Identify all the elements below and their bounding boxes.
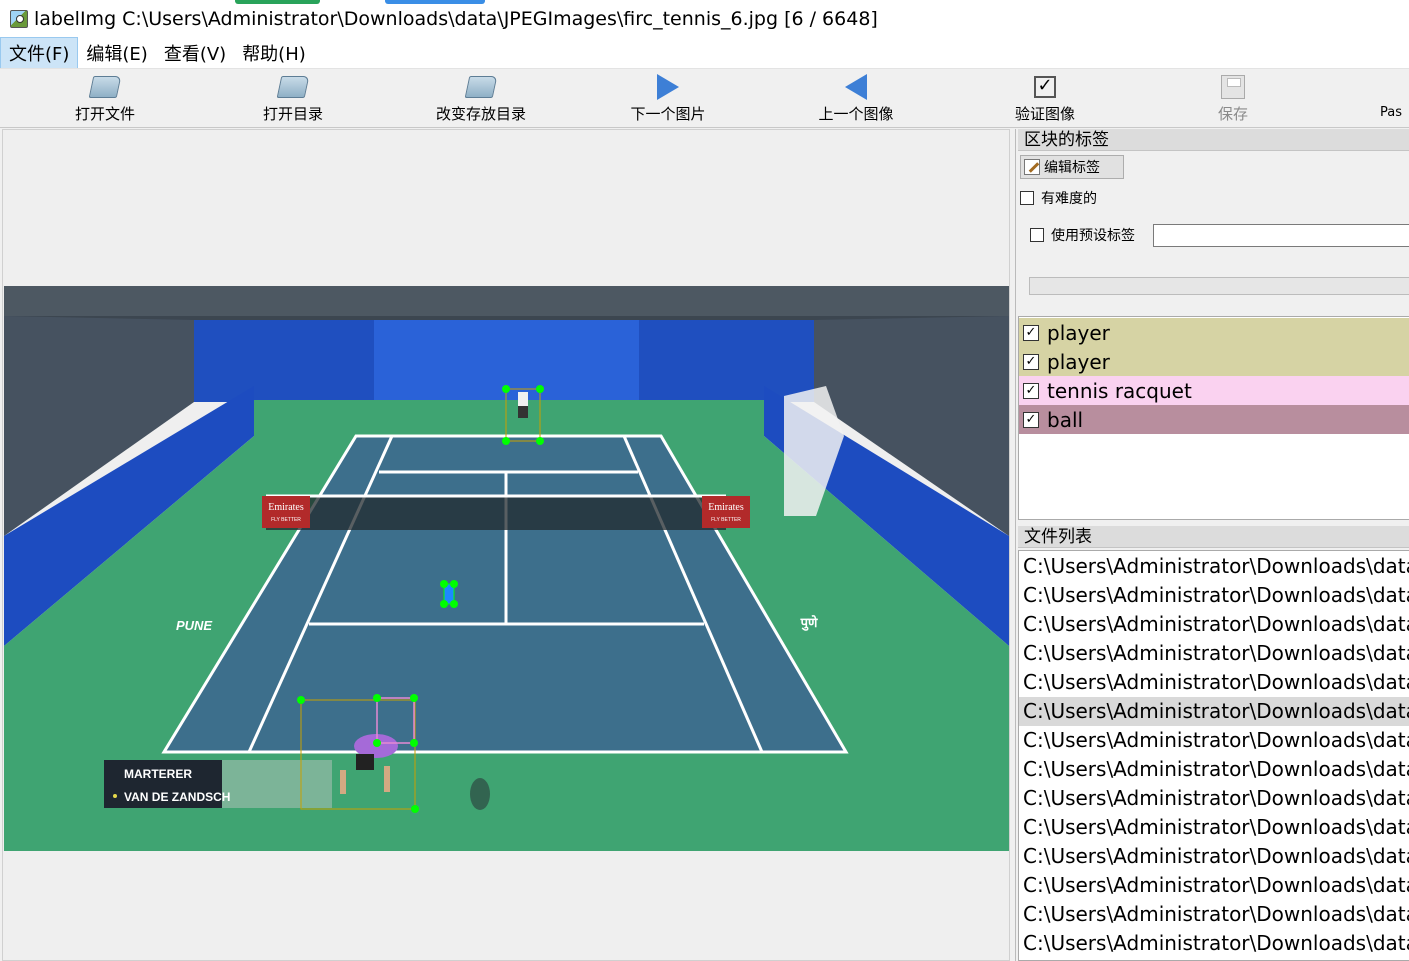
paste-button[interactable]: Pas bbox=[1380, 71, 1409, 120]
edit-label-text: 编辑标签 bbox=[1044, 160, 1100, 176]
far-player bbox=[518, 392, 528, 406]
title-accent bbox=[235, 0, 320, 4]
use-default-label-text: 使用预设标签 bbox=[1051, 228, 1135, 244]
edit-label-button[interactable]: 编辑标签 bbox=[1020, 155, 1124, 179]
folder-icon bbox=[464, 71, 498, 103]
folder-icon bbox=[88, 71, 122, 103]
court-text-right: पुणे bbox=[800, 615, 818, 631]
stands-upper bbox=[4, 286, 1009, 316]
label-item[interactable]: ✓ ball bbox=[1019, 405, 1409, 434]
label-item[interactable]: ✓ tennis racquet bbox=[1019, 376, 1409, 405]
menu-bar: 文件(F) 编辑(E) 查看(V) 帮助(H) bbox=[0, 37, 1409, 69]
label-checkbox[interactable]: ✓ bbox=[1023, 382, 1039, 399]
label-checkbox[interactable]: ✓ bbox=[1023, 353, 1039, 370]
arrow-right-icon bbox=[652, 71, 684, 103]
label-item[interactable]: ✓ player bbox=[1019, 318, 1409, 347]
court-text-left: PUNE bbox=[176, 618, 212, 633]
file-list-item[interactable]: C:\Users\Administrator\Downloads\data\ bbox=[1019, 900, 1409, 929]
paste-label: Pas bbox=[1380, 105, 1402, 120]
label-text: player bbox=[1047, 320, 1110, 345]
next-image-label: 下一个图片 bbox=[630, 105, 706, 123]
net bbox=[266, 496, 726, 530]
file-list-title: 文件列表 bbox=[1018, 526, 1409, 548]
label-text: player bbox=[1047, 349, 1110, 374]
file-list-item[interactable]: C:\Users\Administrator\Downloads\data\ bbox=[1019, 552, 1409, 581]
file-list-item[interactable]: C:\Users\Administrator\Downloads\data\ bbox=[1019, 755, 1409, 784]
prev-image-label: 上一个图像 bbox=[818, 105, 894, 123]
file-list-item[interactable]: C:\Users\Administrator\Downloads\data\ bbox=[1019, 813, 1409, 842]
toolbar: 打开文件 打开目录 改变存放目录 下一个图片 上一个图像 ✓ 验证图像 保存 P… bbox=[0, 68, 1409, 128]
tennis-image[interactable]: Emirates FLY BETTER Emirates FLY BETTER … bbox=[4, 286, 1009, 851]
next-image-button[interactable]: 下一个图片 bbox=[613, 71, 723, 124]
file-list-item[interactable]: C:\Users\Administrator\Downloads\data\ bbox=[1019, 726, 1409, 755]
save-button[interactable]: 保存 bbox=[1178, 71, 1288, 124]
banner-left-text: Emirates bbox=[268, 502, 304, 513]
title-accent bbox=[385, 0, 485, 4]
score-player-1: MARTERER bbox=[124, 767, 192, 781]
file-list-item[interactable]: C:\Users\Administrator\Downloads\data\ bbox=[1019, 610, 1409, 639]
file-list-item[interactable]: C:\Users\Administrator\Downloads\data\ bbox=[1019, 668, 1409, 697]
open-file-button[interactable]: 打开文件 bbox=[50, 71, 160, 124]
box-labels-title: 区块的标签 bbox=[1018, 129, 1409, 151]
menu-help[interactable]: 帮助(H) bbox=[234, 38, 314, 68]
progress-bar bbox=[1029, 277, 1409, 295]
menu-file[interactable]: 文件(F) bbox=[0, 37, 79, 69]
file-list-item[interactable]: C:\Users\Administrator\Downloads\data\ bbox=[1019, 929, 1409, 958]
label-list[interactable]: ✓ player ✓ player ✓ tennis racquet ✓ ball bbox=[1018, 316, 1409, 520]
use-default-label-checkbox[interactable] bbox=[1030, 228, 1044, 242]
label-checkbox[interactable]: ✓ bbox=[1023, 411, 1039, 428]
tennis-scene: Emirates FLY BETTER Emirates FLY BETTER … bbox=[4, 286, 1009, 851]
checkbox-icon: ✓ bbox=[1029, 71, 1061, 103]
banner-right-text: Emirates bbox=[708, 502, 744, 513]
file-list-item[interactable]: C:\Users\Administrator\Downloads\data\ bbox=[1019, 842, 1409, 871]
label-item[interactable]: ✓ player bbox=[1019, 347, 1409, 376]
banner-right-sub: FLY BETTER bbox=[711, 517, 741, 523]
difficult-checkbox[interactable] bbox=[1020, 191, 1034, 205]
window-title: labelImg C:\Users\Administrator\Download… bbox=[34, 8, 878, 30]
file-list-item[interactable]: C:\Users\Administrator\Downloads\data\ bbox=[1019, 784, 1409, 813]
menu-view[interactable]: 查看(V) bbox=[156, 38, 234, 68]
label-checkbox[interactable]: ✓ bbox=[1023, 324, 1039, 341]
change-save-dir-button[interactable]: 改变存放目录 bbox=[426, 71, 536, 124]
difficult-label: 有难度的 bbox=[1041, 191, 1097, 207]
arrow-left-icon bbox=[840, 71, 872, 103]
score-player-2: VAN DE ZANDSCH bbox=[124, 790, 230, 804]
open-dir-label: 打开目录 bbox=[262, 105, 323, 123]
label-text: ball bbox=[1047, 407, 1084, 432]
edit-icon bbox=[1024, 159, 1040, 175]
difficult-row: 有难度的 bbox=[1020, 188, 1097, 208]
open-dir-button[interactable]: 打开目录 bbox=[238, 71, 348, 124]
file-list-item[interactable]: C:\Users\Administrator\Downloads\data\ bbox=[1019, 697, 1409, 726]
label-text: tennis racquet bbox=[1047, 378, 1192, 403]
folder-icon bbox=[276, 71, 310, 103]
app-icon bbox=[10, 10, 28, 28]
default-label-row: 使用预设标签 bbox=[1030, 225, 1135, 245]
file-list-item[interactable]: C:\Users\Administrator\Downloads\data\ bbox=[1019, 639, 1409, 668]
default-label-input[interactable] bbox=[1153, 224, 1409, 247]
open-file-label: 打开文件 bbox=[74, 105, 135, 123]
right-panel: 区块的标签 编辑标签 有难度的 使用预设标签 ✓ player ✓ player ✓ te… bbox=[1015, 129, 1409, 961]
title-bar: labelImg C:\Users\Administrator\Download… bbox=[0, 0, 1409, 38]
file-list[interactable]: C:\Users\Administrator\Downloads\data\ C:… bbox=[1018, 550, 1409, 961]
file-list-item[interactable]: C:\Users\Administrator\Downloads\data\ bbox=[1019, 871, 1409, 900]
banner-left-sub: FLY BETTER bbox=[271, 517, 301, 523]
menu-edit[interactable]: 编辑(E) bbox=[78, 38, 155, 68]
save-icon bbox=[1217, 71, 1249, 103]
file-list-item[interactable]: C:\Users\Administrator\Downloads\data\ bbox=[1019, 581, 1409, 610]
save-label: 保存 bbox=[1217, 105, 1248, 123]
verify-image-label: 验证图像 bbox=[1014, 105, 1075, 123]
prev-image-button[interactable]: 上一个图像 bbox=[801, 71, 911, 124]
change-save-dir-label: 改变存放目录 bbox=[435, 105, 526, 123]
verify-image-button[interactable]: ✓ 验证图像 bbox=[990, 71, 1100, 124]
